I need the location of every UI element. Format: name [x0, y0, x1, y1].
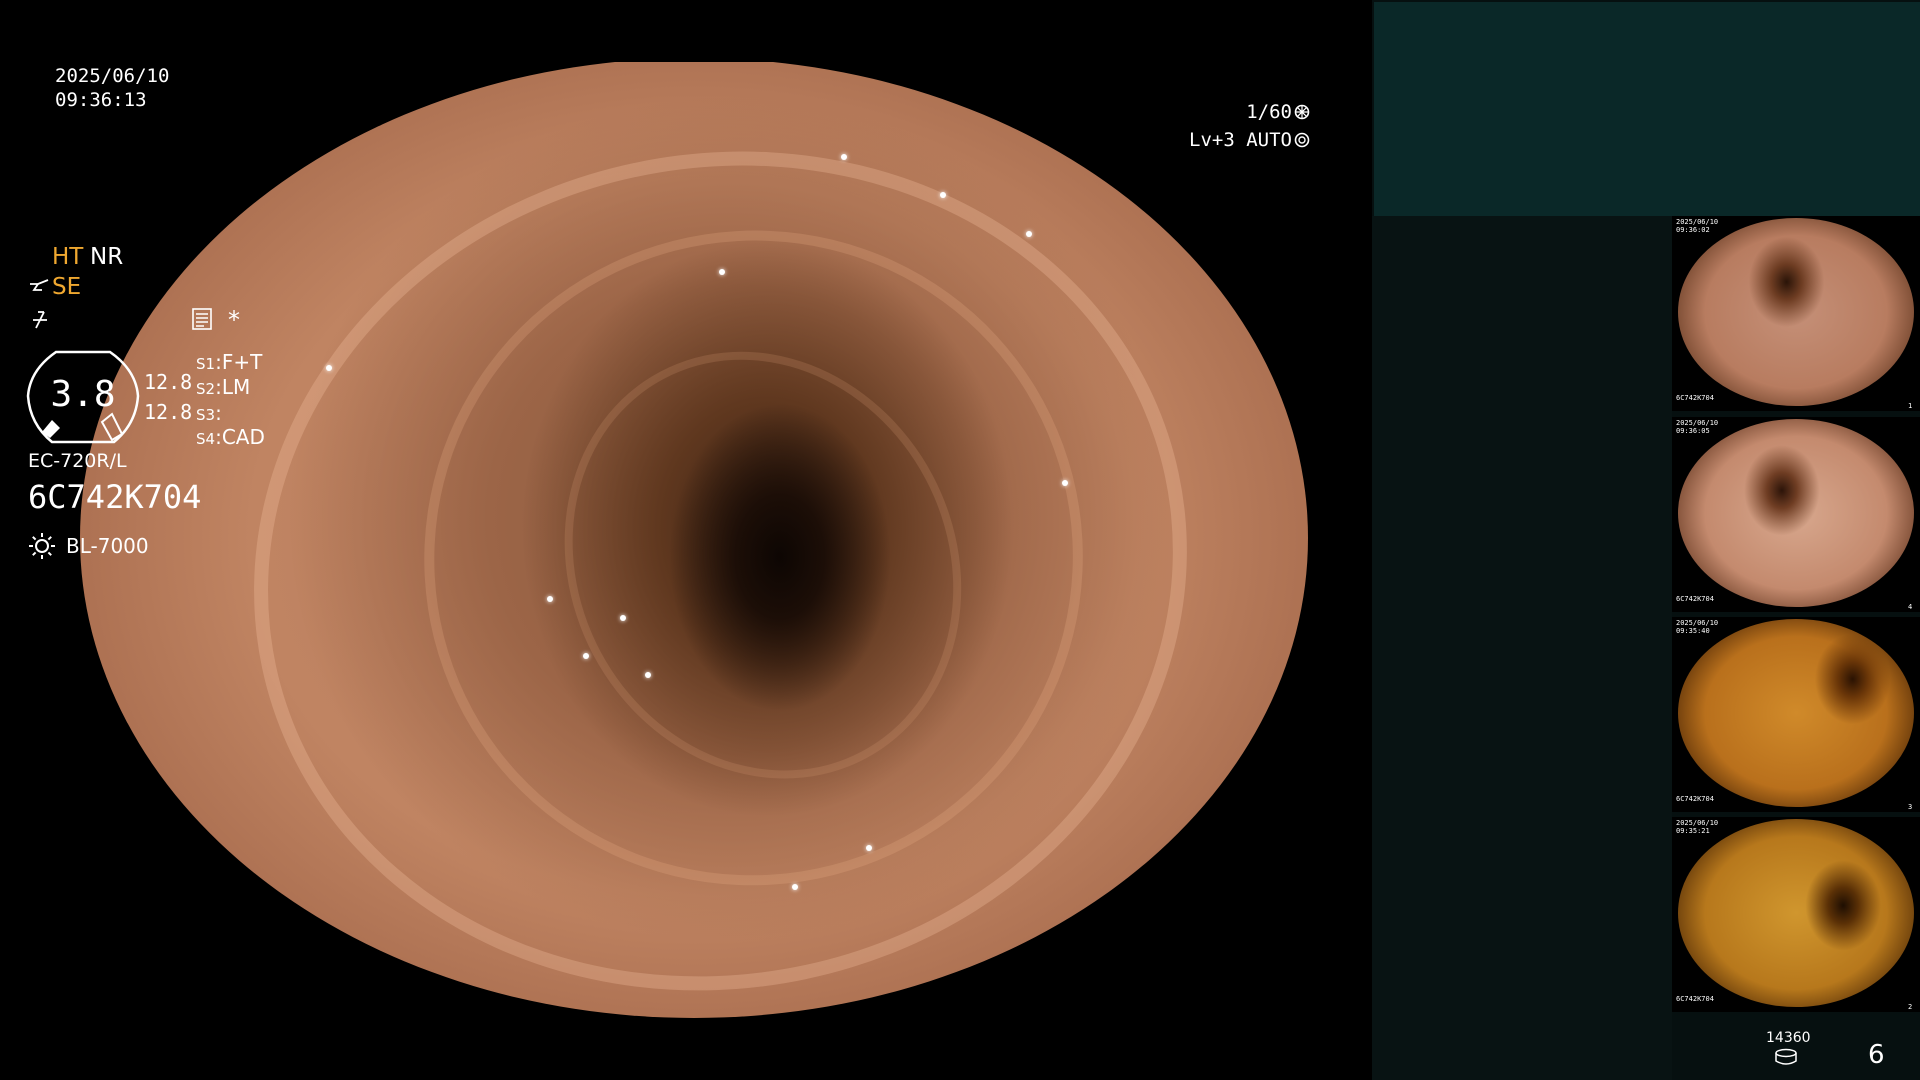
thumbnail-time: 09:36:05 — [1676, 427, 1710, 435]
light-reflection — [792, 883, 799, 890]
value-a: 12.8 — [144, 370, 193, 394]
thumbnail-image — [1678, 619, 1914, 807]
light-reflection — [841, 154, 848, 160]
thumbnail-serial: 6C742K704 — [1676, 595, 1714, 603]
thumbnail-time: 09:36:02 — [1676, 226, 1710, 234]
captured-thumbnail[interactable]: 2025/06/10 09:35:21 6C742K704 2 — [1672, 817, 1920, 1012]
thumbnail-serial: 6C742K704 — [1676, 795, 1714, 803]
level-readout: Lv+3 AUTO — [1189, 128, 1310, 152]
scope-model: EC-720R/L — [28, 450, 127, 472]
patient-header-band — [1374, 2, 1920, 216]
thumbnail-image — [1678, 819, 1914, 1007]
thumbnail-date: 2025/06/10 — [1676, 619, 1719, 627]
gauge-value: 3.8 — [50, 374, 116, 415]
thumbnail-index: 4 — [1908, 603, 1913, 611]
value-b: 12.8 — [144, 400, 193, 424]
main-endoscope-view: 2025/06/10 09:36:13 1/60 Lv+3 AUTO — [0, 0, 1372, 1080]
thumbnail-date: 2025/06/10 — [1676, 819, 1719, 827]
switch-value: CAD — [221, 425, 265, 449]
auto-iris-icon — [1294, 132, 1310, 148]
time-label: 09:36:13 — [55, 89, 147, 111]
light-reflection — [325, 365, 332, 372]
thumbnail-time: 09:35:40 — [1676, 627, 1710, 635]
thumbnail-date: 2025/06/10 — [1676, 218, 1719, 226]
ht-indicator: HT — [52, 244, 84, 270]
light-reflection — [546, 595, 553, 602]
structure-enhance-icon — [30, 279, 49, 291]
thumbnail-index: 2 — [1908, 1003, 1913, 1011]
thumbnail-index: 3 — [1908, 803, 1913, 811]
storage-disk-icon — [1775, 1048, 1797, 1065]
page-number: 6 — [1868, 1040, 1885, 1070]
light-reflection — [718, 269, 725, 276]
captured-thumbnail[interactable]: 2025/06/10 09:36:05 6C742K704 4 — [1672, 417, 1920, 612]
light-source-icon — [29, 533, 55, 559]
date-time-readout: 2025/06/10 09:36:13 — [55, 64, 169, 112]
switch-row-s4: S4:CAD — [196, 425, 265, 449]
shutter-label: 1/60 — [1246, 101, 1292, 123]
switch-key: S3 — [196, 406, 216, 424]
freeze-icon — [33, 311, 47, 329]
captured-thumbnail[interactable]: 2025/06/10 09:35:40 6C742K704 3 — [1672, 617, 1920, 812]
menu-list-icon — [192, 308, 212, 330]
processor-info-area — [1372, 216, 1672, 1080]
endoscopy-monitor: 2025/06/10 09:36:13 1/60 Lv+3 AUTO HT NR… — [0, 0, 1920, 1080]
image-counter: 14360 — [1766, 1030, 1811, 1046]
level-label: Lv+3 — [1189, 129, 1235, 151]
switch-value: F+T — [221, 350, 263, 374]
thumbnail-index: 1 — [1908, 402, 1913, 410]
se-indicator: SE — [52, 274, 82, 300]
mode-label: AUTO — [1246, 129, 1292, 151]
date-label: 2025/06/10 — [55, 65, 170, 87]
thumbnail-date: 2025/06/10 — [1676, 419, 1719, 427]
switch-key: S1 — [196, 355, 216, 373]
switch-key: S4 — [196, 430, 216, 448]
shutter-readout: 1/60 — [1246, 100, 1310, 124]
scope-serial: 6C742K704 — [28, 478, 202, 516]
colon-lumen-image — [80, 62, 1308, 1018]
thumbnail-serial: 6C742K704 — [1676, 394, 1714, 402]
star-indicator: * — [228, 306, 240, 334]
thumbnail-time: 09:35:21 — [1676, 827, 1710, 835]
thumbnail-image — [1678, 218, 1914, 406]
switch-value: LM — [221, 375, 251, 399]
aperture-icon — [1294, 104, 1310, 120]
switch-row-s2: S2:LM — [196, 375, 251, 399]
light-reflection — [1025, 230, 1032, 237]
light-source-label: BL-7000 — [66, 534, 149, 558]
switch-row-s3: S3: — [196, 401, 222, 425]
nr-indicator: NR — [90, 244, 124, 270]
switch-key: S2 — [196, 380, 216, 398]
captured-thumbnail[interactable]: 2025/06/10 09:36:02 6C742K704 1 — [1672, 216, 1920, 411]
thumbnail-image — [1678, 419, 1914, 607]
thumbnail-serial: 6C742K704 — [1676, 995, 1714, 1003]
switch-row-s1: S1:F+T — [196, 350, 263, 374]
